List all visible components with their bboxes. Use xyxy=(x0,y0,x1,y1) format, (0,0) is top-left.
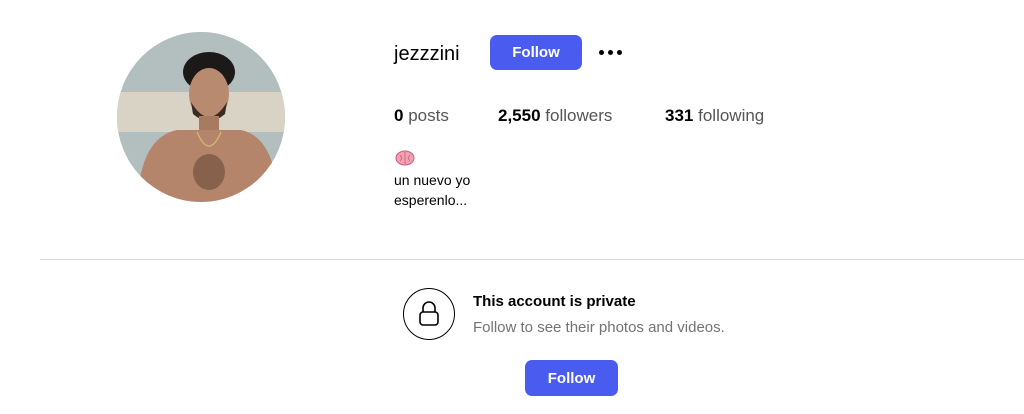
avatar[interactable] xyxy=(117,32,285,202)
following-label: following xyxy=(698,106,765,125)
posts-count: 0 posts xyxy=(394,106,449,126)
follow-button[interactable]: Follow xyxy=(490,35,582,70)
divider xyxy=(40,259,1024,260)
following-link[interactable]: 331 following xyxy=(665,106,764,126)
follow-button-private[interactable]: Follow xyxy=(525,360,618,396)
private-account-title: This account is private xyxy=(473,293,636,310)
followers-count-value: 2,550 xyxy=(498,106,541,125)
avatar-photo xyxy=(117,32,285,202)
private-account-subtitle: Follow to see their photos and videos. xyxy=(473,319,725,336)
followers-link[interactable]: 2,550 followers xyxy=(498,106,612,126)
lock-icon xyxy=(403,288,455,340)
brain-emoji-icon xyxy=(395,150,415,166)
posts-label: posts xyxy=(408,106,449,125)
bio-line-1: un nuevo yo xyxy=(394,172,471,188)
username: jezzzini xyxy=(394,43,460,65)
more-options-icon[interactable] xyxy=(596,43,624,61)
following-count-value: 331 xyxy=(665,106,694,125)
followers-label: followers xyxy=(545,106,613,125)
bio-line-2: esperenlo... xyxy=(394,192,468,208)
posts-count-value: 0 xyxy=(394,106,404,125)
